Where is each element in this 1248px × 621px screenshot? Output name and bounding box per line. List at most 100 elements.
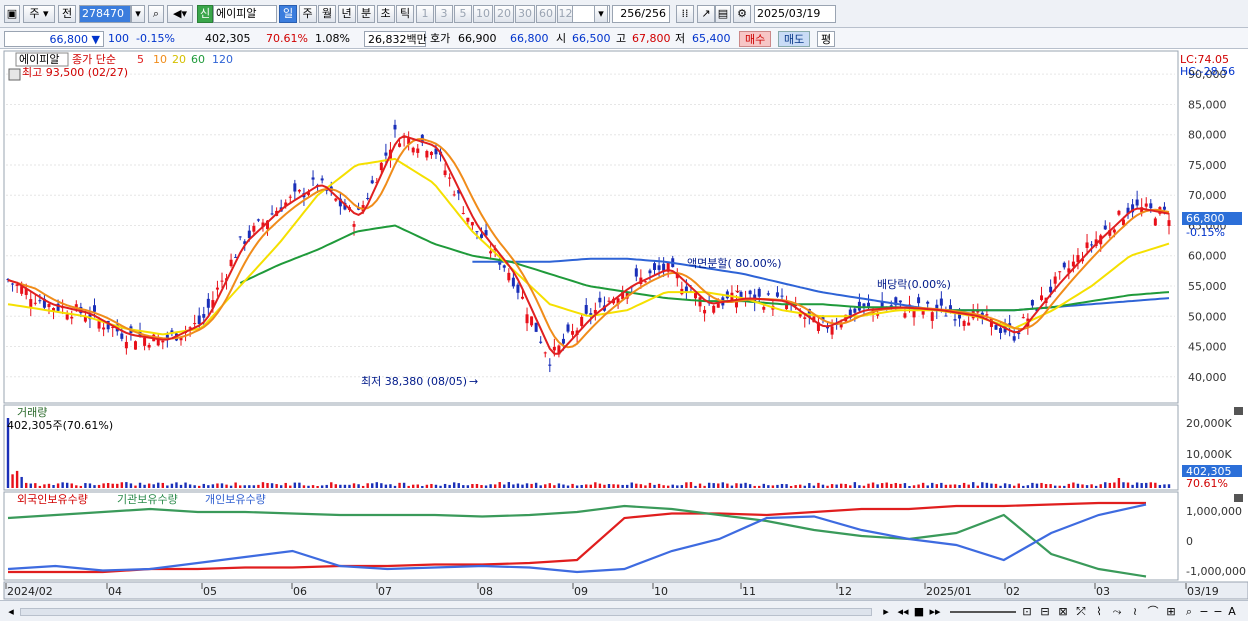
period-main-select[interactable]: 주 ▾ — [23, 5, 55, 23]
zoom-icon[interactable]: ⌕ — [1182, 604, 1196, 619]
volume-bar — [603, 484, 606, 488]
volume-bar — [1131, 484, 1134, 488]
interval-button-10[interactable]: 10 — [473, 5, 493, 23]
volume-bar — [953, 484, 957, 488]
tool-icon-7[interactable]: ≀ — [1128, 604, 1142, 619]
volume-bar — [1145, 482, 1148, 488]
fast-forward-icon[interactable]: ▸▸ — [928, 604, 942, 619]
zoom-out-icon[interactable]: − — [1198, 604, 1210, 619]
volume-bar — [753, 485, 756, 488]
interval-button-5[interactable]: 5 — [454, 5, 472, 23]
volume-bar — [361, 485, 365, 488]
volume-title: 거래량 — [17, 406, 47, 419]
x-tick-label: 09 — [574, 585, 588, 598]
date-field[interactable]: 2025/03/19 — [754, 5, 836, 23]
volume-bar — [944, 484, 948, 488]
tool-icon-4[interactable]: ⤱ — [1074, 604, 1088, 619]
zoom-slider[interactable] — [950, 611, 1016, 613]
period-button-2[interactable]: 월 — [318, 5, 336, 23]
ma-legend-head: 종가 단순 — [72, 53, 116, 66]
interval-button-1[interactable]: 1 — [416, 5, 434, 23]
interval-button-3[interactable]: 3 — [435, 5, 453, 23]
stock-name-field[interactable]: 에이피알 — [213, 5, 277, 23]
volume-bar — [357, 484, 360, 488]
save-icon[interactable]: ▤ — [715, 5, 731, 23]
volume-bar — [1008, 484, 1011, 488]
volume-bar — [412, 484, 415, 488]
scroll-left-icon[interactable]: ◂ — [6, 604, 16, 619]
holding-panel-close-icon[interactable] — [1234, 494, 1243, 502]
volume-bar — [575, 485, 579, 488]
stop-icon[interactable]: ■ — [913, 604, 925, 619]
bid-price: 66,800 — [510, 32, 549, 45]
volume-bar — [207, 485, 210, 488]
volume-bar — [1076, 483, 1080, 488]
volume-bar — [1090, 484, 1093, 488]
gear-icon[interactable]: ⚙ — [733, 5, 751, 23]
volume-bar — [789, 485, 793, 488]
draw-tool-icon[interactable]: ↗ — [697, 5, 715, 23]
sell-button[interactable]: 매도 — [778, 31, 811, 47]
tool-icon-3[interactable]: ⊠ — [1056, 604, 1070, 619]
volume-bar — [1013, 485, 1016, 488]
x-tick-label: 11 — [742, 585, 756, 598]
volume-bar — [371, 483, 374, 488]
volume-panel-close-icon[interactable] — [1234, 407, 1243, 415]
code-dropdown-icon[interactable]: ▾ — [131, 5, 145, 23]
rewind-icon[interactable]: ◂◂ — [896, 604, 910, 619]
count-field[interactable]: 256/256 — [612, 5, 670, 23]
tool-icon-8[interactable]: ⌒ — [1146, 604, 1160, 619]
tool-icon-6[interactable]: ⤳ — [1110, 604, 1124, 619]
interval-button-20[interactable]: 20 — [494, 5, 514, 23]
tool-icon-9[interactable]: ⊞ — [1164, 604, 1178, 619]
period-button-3[interactable]: 년 — [337, 5, 356, 23]
prev-button[interactable]: 전 — [58, 5, 76, 23]
scroll-right-icon[interactable]: ▸ — [880, 604, 892, 619]
stock-code-input[interactable]: 278470 — [79, 5, 131, 23]
period-button-4[interactable]: 분 — [357, 5, 375, 23]
buy-button[interactable]: 매수 — [739, 31, 772, 47]
interval-button-60[interactable]: 60 — [536, 5, 556, 23]
candle-body — [120, 333, 124, 339]
chart-area[interactable]: 90,000 85,000 80,000 75,000 70,000 65,000 60,0… — [0, 49, 1248, 621]
search-icon[interactable]: ⌕ — [148, 5, 164, 23]
price-tick-label: 50,000 — [1188, 310, 1227, 323]
candle-body — [293, 183, 297, 192]
volume-bar — [452, 482, 456, 488]
volume-bar — [935, 484, 938, 488]
chart-svg[interactable]: 90,00085,00080,00075,00070,00065,00060,0… — [0, 49, 1248, 600]
avg-button[interactable]: 평 — [817, 31, 836, 47]
horizontal-scrollbar[interactable] — [20, 608, 872, 616]
volume-bar — [29, 483, 32, 488]
volume-bar — [635, 483, 638, 488]
chart-window-icon[interactable]: ▣ — [4, 5, 20, 23]
volume-bar — [1113, 482, 1116, 488]
volume-bar — [389, 484, 392, 488]
calendar-icon[interactable] — [8, 68, 21, 81]
candle-body — [352, 224, 356, 227]
tool-icon-1[interactable]: ⊡ — [1020, 604, 1034, 619]
candle-body — [1153, 218, 1157, 226]
period-button-0[interactable]: 일 — [279, 5, 297, 23]
minus-icon[interactable]: − — [1212, 604, 1224, 619]
interval-button-30[interactable]: 30 — [515, 5, 535, 23]
volume-bar — [921, 482, 925, 488]
speaker-icon[interactable]: ◀▾ — [167, 5, 193, 23]
candle-body — [903, 313, 907, 318]
candle-body — [712, 305, 716, 313]
period-button-1[interactable]: 주 — [298, 5, 317, 23]
volume-bar — [439, 485, 442, 488]
grid-icon[interactable]: ⁞⁞ — [676, 5, 694, 23]
volume-bar — [52, 485, 55, 488]
volume-bar — [116, 483, 119, 488]
volume-bar — [967, 484, 970, 488]
tool-icon-2[interactable]: ⊟ — [1038, 604, 1052, 619]
interval-dropdown-icon[interactable]: ▾ — [594, 5, 608, 23]
period-button-5[interactable]: 초 — [376, 5, 395, 23]
period-button-6[interactable]: 틱 — [396, 5, 414, 23]
volume-bar — [261, 482, 265, 488]
volume-bar — [639, 484, 643, 488]
tool-icon-5[interactable]: ⌇ — [1092, 604, 1106, 619]
font-size-icon[interactable]: A — [1226, 604, 1238, 619]
candle-body — [466, 217, 470, 222]
